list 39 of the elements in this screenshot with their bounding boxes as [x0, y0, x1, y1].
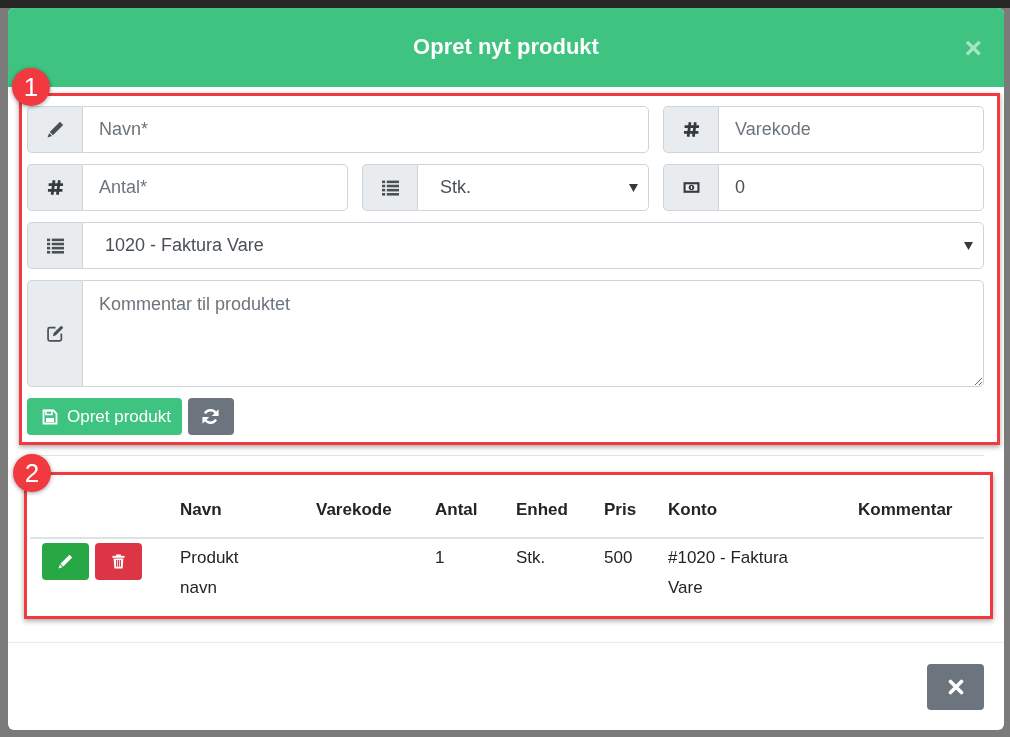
edit-button[interactable]: [42, 543, 89, 580]
trash-icon: [111, 554, 126, 569]
table-cell: Stk.: [504, 538, 592, 609]
comment-field[interactable]: Kommentar til produktet: [82, 280, 984, 387]
quantity-field[interactable]: Antal*: [82, 164, 348, 211]
refresh-button[interactable]: [187, 398, 234, 435]
column-header: Enhed: [504, 487, 592, 538]
table-cell: 1: [423, 538, 504, 609]
list-icon: [381, 179, 399, 196]
close-icon: [947, 679, 964, 695]
refresh-icon: [202, 408, 220, 425]
column-header: Konto: [656, 487, 846, 538]
hash-icon: [682, 121, 700, 138]
price-field[interactable]: 0: [718, 164, 984, 211]
banknote-icon: [682, 179, 700, 196]
table-cell: #1020 - Faktura Vare: [656, 538, 846, 609]
caret-icon: [964, 241, 973, 250]
annotation-number: 1: [12, 68, 50, 106]
column-header: Antal: [423, 487, 504, 538]
code-field[interactable]: Varekode: [718, 106, 984, 153]
name-field[interactable]: Navn*: [82, 106, 649, 153]
account-select[interactable]: 1020 - Faktura Vare: [82, 222, 984, 269]
pencil-icon: [58, 554, 73, 569]
unit-select[interactable]: Stk.: [417, 164, 649, 211]
list-icon: [46, 237, 64, 254]
table-cell: Produkt navn: [168, 538, 304, 609]
hash-icon: [46, 179, 64, 196]
column-header: Varekode: [304, 487, 423, 538]
column-header: Kommentar: [846, 487, 984, 538]
pencil-icon: [46, 121, 64, 138]
edit-icon: [46, 325, 64, 342]
column-header: Navn: [168, 487, 304, 538]
delete-button[interactable]: [95, 543, 142, 580]
annotation-number: 2: [13, 454, 51, 492]
modal-title: Opret nyt produkt: [413, 34, 599, 61]
caret-icon: [629, 183, 638, 192]
close-button[interactable]: [927, 664, 984, 710]
column-header: Pris: [592, 487, 656, 538]
table-cell: 500: [592, 538, 656, 609]
